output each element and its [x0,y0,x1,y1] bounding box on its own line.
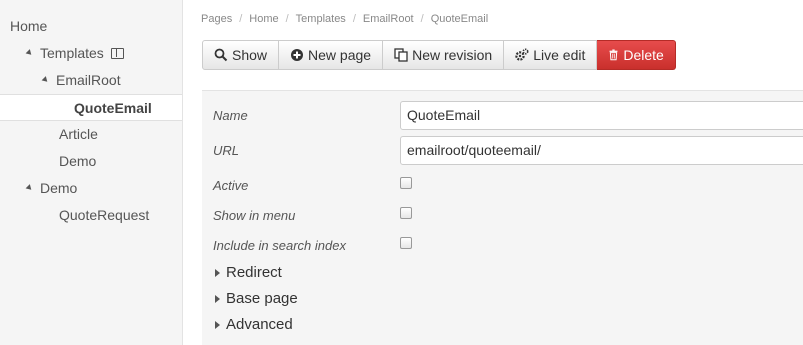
new-revision-button[interactable]: New revision [383,40,505,70]
expand-arrow-icon[interactable] [41,76,50,85]
breadcrumb-item-templates[interactable]: Templates [296,13,346,25]
delete-button-label: Delete [623,47,664,63]
copy-icon [394,48,408,62]
tree-item-label: EmailRoot [56,72,121,88]
page-properties-form: Name QuoteEmail URL emailroot/quoteemail… [202,90,803,345]
section-advanced[interactable]: Advanced [215,316,293,333]
breadcrumb-separator: / [420,13,424,25]
url-input[interactable]: emailroot/quoteemail/ [400,136,803,165]
expand-arrow-icon[interactable] [25,49,34,58]
breadcrumb-separator: / [352,13,356,25]
tree-item-quoterequest[interactable]: QuoteRequest [0,202,182,229]
expand-arrow-icon[interactable] [25,184,34,193]
delete-button[interactable]: Delete [597,40,676,70]
url-label: URL [213,143,240,158]
caret-right-icon [215,294,220,303]
tree-item-demo-child[interactable]: Demo [0,148,182,175]
breadcrumb-item-current: QuoteEmail [430,13,489,25]
tree-item-article[interactable]: Article [0,121,182,148]
page-toolbar: Show New page New revision Live edit Del… [202,40,676,70]
breadcrumb-item-emailroot[interactable]: EmailRoot [363,13,414,25]
tree-item-home[interactable]: Home [0,13,182,40]
section-label: Redirect [226,264,282,281]
include-in-search-label: Include in search index [213,238,346,253]
plus-circle-icon [291,49,304,61]
tree-item-label: Demo [59,153,97,169]
tree-item-label: Article [59,126,98,142]
caret-right-icon [215,320,220,329]
show-button[interactable]: Show [202,40,280,70]
section-label: Base page [226,290,298,307]
tree-item-demo[interactable]: Demo [0,175,182,202]
caret-right-icon [215,268,220,277]
name-label: Name [213,108,248,123]
active-label: Active [213,178,249,193]
tree-item-label: Templates [40,45,104,61]
section-base-page[interactable]: Base page [215,290,298,307]
name-input[interactable]: QuoteEmail [400,101,803,130]
tree-item-label: Home [10,18,48,34]
breadcrumb-separator: / [285,13,289,25]
page-tree-sidebar: Home Templates EmailRoot QuoteEmail Arti… [0,0,183,345]
tree-item-templates[interactable]: Templates [0,40,182,67]
active-checkbox[interactable] [400,177,412,189]
tree-item-quoteemail[interactable]: QuoteEmail [0,94,182,121]
show-in-menu-checkbox[interactable] [400,207,412,219]
section-redirect[interactable]: Redirect [215,264,282,281]
new-revision-button-label: New revision [412,47,493,63]
live-edit-button-label: Live edit [533,47,586,63]
show-button-label: Show [232,47,268,63]
breadcrumb: Pages / Home / Templates / EmailRoot / QuoteEmai… [201,13,488,25]
tree-item-label: Demo [40,180,78,196]
new-page-button[interactable]: New page [279,40,384,70]
cogs-icon [515,48,529,61]
tree-item-label: QuoteRequest [59,207,150,223]
include-in-search-checkbox[interactable] [400,237,412,249]
show-in-menu-label: Show in menu [213,208,296,223]
trash-icon [609,49,618,61]
tree-item-label: QuoteEmail [74,100,152,116]
template-icon [110,47,124,59]
breadcrumb-separator: / [239,13,243,25]
breadcrumb-item-home[interactable]: Home [249,13,278,25]
section-label: Advanced [226,316,293,333]
tree-item-emailroot[interactable]: EmailRoot [0,67,182,94]
new-page-button-label: New page [308,47,372,63]
search-icon [214,48,228,62]
breadcrumb-item-pages[interactable]: Pages [201,13,232,25]
live-edit-button[interactable]: Live edit [504,40,598,70]
